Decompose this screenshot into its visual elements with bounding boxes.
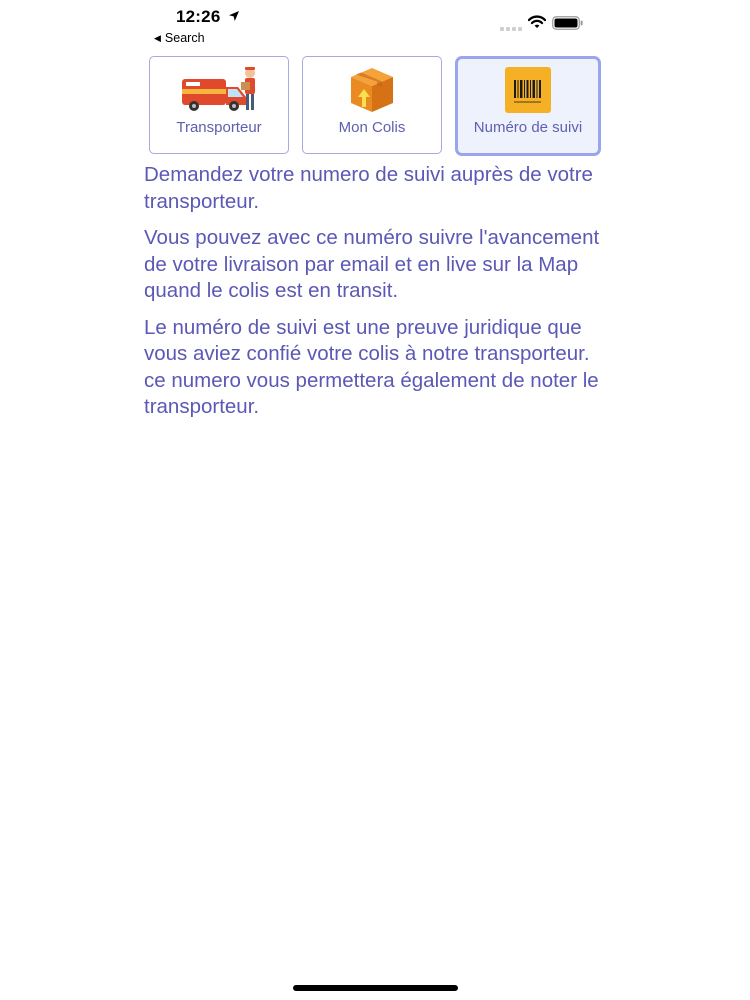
tab-mon-colis-label: Mon Colis — [338, 119, 406, 136]
tab-transporteur-label: Transporteur — [176, 119, 262, 136]
wifi-icon — [528, 15, 546, 28]
barcode-icon — [505, 67, 551, 113]
back-to-search-link[interactable]: ◀ Search — [154, 31, 205, 45]
tab-numero-de-suivi-label: Numéro de suivi — [473, 119, 583, 136]
delivery-van-icon — [182, 67, 255, 111]
tracking-info-text: Demandez votre numero de suivi auprès de… — [144, 162, 614, 431]
back-link-label: Search — [164, 31, 205, 45]
cellular-signal-icon — [500, 27, 522, 31]
segment-control: Transporteur Mon Colis Numéro de suivi — [149, 56, 601, 156]
status-bar: 12:26 ◀ Search — [0, 0, 750, 50]
home-indicator[interactable] — [293, 985, 458, 991]
status-time: 12:26 — [176, 7, 221, 26]
back-caret-icon: ◀ — [154, 32, 161, 43]
info-paragraph: Vous pouvez avec ce numéro suivre l'avan… — [144, 226, 600, 302]
info-paragraph: Le numéro de suivi est une preuve juridi… — [144, 315, 599, 419]
battery-icon — [552, 16, 583, 30]
package-box-icon — [351, 68, 393, 112]
tab-numero-de-suivi[interactable]: Numéro de suivi — [455, 56, 601, 156]
tab-transporteur[interactable]: Transporteur — [149, 56, 289, 154]
info-paragraph: Demandez votre numero de suivi auprès de… — [144, 163, 593, 213]
tab-mon-colis[interactable]: Mon Colis — [302, 56, 442, 154]
location-arrow-icon — [229, 11, 239, 21]
